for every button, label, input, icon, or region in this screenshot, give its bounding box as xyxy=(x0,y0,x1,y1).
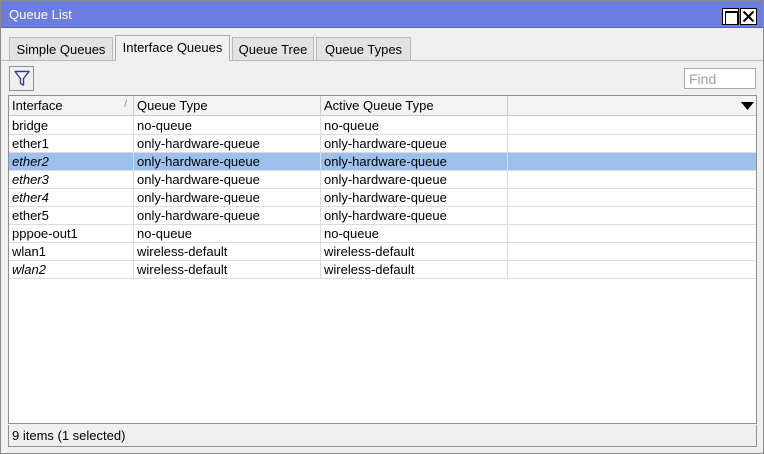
table-row[interactable]: bridge no-queue no-queue xyxy=(9,117,756,135)
maximize-button[interactable] xyxy=(722,8,739,25)
table-row[interactable]: pppoe-out1 no-queue no-queue xyxy=(9,225,756,243)
cell-empty xyxy=(508,117,756,135)
sort-indicator-icon: / xyxy=(124,99,127,110)
status-text: 9 items (1 selected) xyxy=(12,428,126,443)
cell-empty xyxy=(508,243,756,261)
cell-active-queue-type: only-hardware-queue xyxy=(321,171,508,189)
cell-active-queue-type: only-hardware-queue xyxy=(321,135,508,153)
cell-active-queue-type: no-queue xyxy=(321,117,508,135)
tab-queue-tree[interactable]: Queue Tree xyxy=(232,37,314,61)
table-row[interactable]: ether3 only-hardware-queue only-hardware-q… xyxy=(9,171,756,189)
tab-simple-queues[interactable]: Simple Queues xyxy=(9,37,113,61)
filter-icon xyxy=(14,70,30,86)
status-bar: 9 items (1 selected) xyxy=(8,425,757,447)
window-title: Queue List xyxy=(9,7,72,22)
cell-interface: wlan1 xyxy=(9,243,134,261)
cell-active-queue-type: only-hardware-queue xyxy=(321,207,508,225)
column-header-empty[interactable] xyxy=(508,96,756,116)
cell-empty xyxy=(508,225,756,243)
cell-queue-type: only-hardware-queue xyxy=(134,189,321,207)
cell-empty xyxy=(508,171,756,189)
cell-active-queue-type: wireless-default xyxy=(321,261,508,279)
cell-interface: pppoe-out1 xyxy=(9,225,134,243)
cell-queue-type: no-queue xyxy=(134,225,321,243)
column-header-queue-type[interactable]: Queue Type xyxy=(134,96,321,116)
table-row[interactable]: ether5 only-hardware-queue only-hardware-q… xyxy=(9,207,756,225)
column-header-interface[interactable]: Interface / xyxy=(9,96,134,116)
close-icon xyxy=(742,10,755,23)
table-row[interactable]: ether1 only-hardware-queue only-hardware-q… xyxy=(9,135,756,153)
title-bar[interactable]: Queue List xyxy=(1,1,763,28)
column-header-active-queue-type[interactable]: Active Queue Type xyxy=(321,96,508,116)
table-header: Interface / Queue Type Active Queue Type xyxy=(9,96,756,116)
cell-interface: wlan2 xyxy=(9,261,134,279)
tab-queue-types[interactable]: Queue Types xyxy=(316,37,411,61)
interface-queues-table: Interface / Queue Type Active Queue Type… xyxy=(8,95,757,424)
cell-active-queue-type: no-queue xyxy=(321,225,508,243)
queue-list-window: Queue List Simple Queues Interface Queue… xyxy=(0,0,764,454)
column-header-label: Interface xyxy=(12,98,63,113)
cell-interface: bridge xyxy=(9,117,134,135)
column-menu-icon[interactable] xyxy=(741,102,754,110)
cell-queue-type: wireless-default xyxy=(134,243,321,261)
cell-interface: ether4 xyxy=(9,189,134,207)
table-row[interactable]: wlan1 wireless-default wireless-default xyxy=(9,243,756,261)
table-row[interactable]: ether2 only-hardware-queue only-hardware-q… xyxy=(9,153,756,171)
cell-active-queue-type: only-hardware-queue xyxy=(321,153,508,171)
cell-interface: ether3 xyxy=(9,171,134,189)
cell-empty xyxy=(508,261,756,279)
cell-empty xyxy=(508,153,756,171)
cell-interface: ether1 xyxy=(9,135,134,153)
cell-queue-type: only-hardware-queue xyxy=(134,207,321,225)
cell-empty xyxy=(508,207,756,225)
filter-button[interactable] xyxy=(9,66,34,91)
cell-queue-type: only-hardware-queue xyxy=(134,135,321,153)
close-button[interactable] xyxy=(740,8,757,25)
cell-empty xyxy=(508,189,756,207)
table-row[interactable]: wlan2 wireless-default wireless-default xyxy=(9,261,756,279)
cell-interface: ether5 xyxy=(9,207,134,225)
cell-interface: ether2 xyxy=(9,153,134,171)
cell-queue-type: only-hardware-queue xyxy=(134,171,321,189)
cell-queue-type: no-queue xyxy=(134,117,321,135)
cell-active-queue-type: only-hardware-queue xyxy=(321,189,508,207)
find-input[interactable] xyxy=(684,68,756,89)
cell-queue-type: only-hardware-queue xyxy=(134,153,321,171)
cell-active-queue-type: wireless-default xyxy=(321,243,508,261)
table-row[interactable]: ether4 only-hardware-queue only-hardware-q… xyxy=(9,189,756,207)
cell-empty xyxy=(508,135,756,153)
cell-queue-type: wireless-default xyxy=(134,261,321,279)
tab-interface-queues[interactable]: Interface Queues xyxy=(115,35,230,61)
